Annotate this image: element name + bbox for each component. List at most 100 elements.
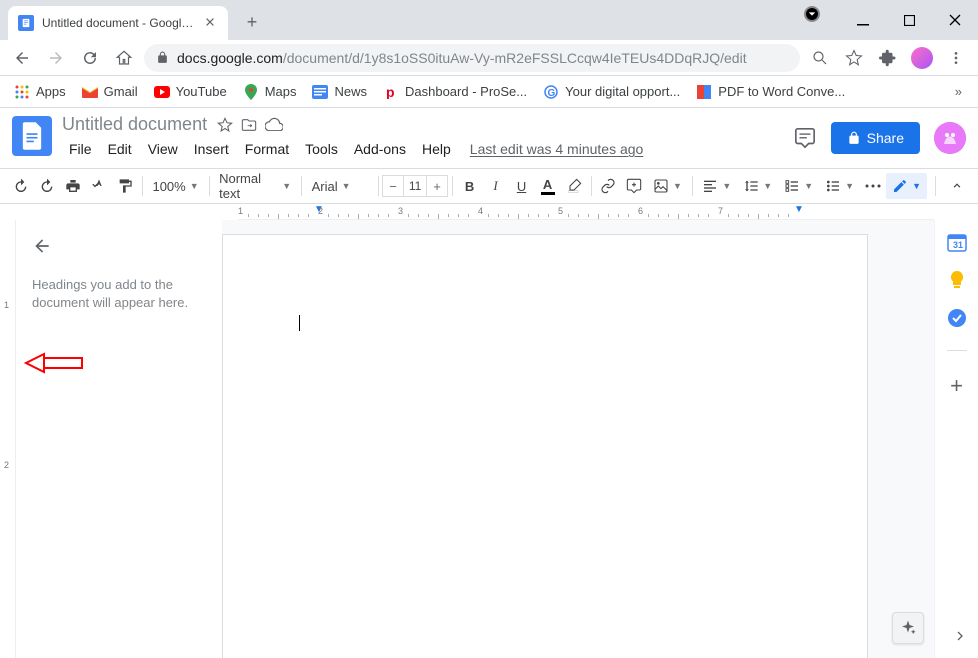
line-spacing-dropdown[interactable]: ▼ [737,173,778,199]
zoom-search-icon[interactable] [806,44,834,72]
url-field[interactable]: docs.google.com/document/d/1y8s1oSS0ituA… [144,44,800,72]
menu-bar: File Edit View Insert Format Tools Add-o… [62,139,783,159]
bookmark-pdf[interactable]: PDF to Word Conve... [690,80,851,104]
align-dropdown[interactable]: ▼ [696,173,737,199]
undo-button[interactable] [8,173,34,199]
font-size-value[interactable]: 11 [403,176,427,196]
gmail-icon [82,84,98,100]
font-family-dropdown[interactable]: Arial▼ [306,173,374,199]
canvas-scroll-area[interactable] [222,220,934,658]
browser-tab-active[interactable]: Untitled document - Google Docs [8,6,228,40]
account-avatar[interactable] [934,122,966,154]
youtube-icon [154,84,170,100]
bookmark-apps[interactable]: Apps [8,80,72,104]
bookmark-maps[interactable]: Maps [237,80,303,104]
last-edit-link[interactable]: Last edit was 4 minutes ago [470,141,644,157]
italic-button[interactable]: I [483,173,509,199]
redo-button[interactable] [34,173,60,199]
paragraph-style-dropdown[interactable]: Normal text▼ [213,173,297,199]
maps-pin-icon [243,84,259,100]
bookmark-gmail[interactable]: Gmail [76,80,144,104]
apps-grid-icon [14,84,30,100]
window-minimize-button[interactable] [840,0,886,40]
svg-text:G: G [548,88,556,99]
zoom-dropdown[interactable]: 100%▼ [146,173,204,199]
bookmark-label: Gmail [104,84,138,99]
side-panel-rail: 31 + [934,220,978,658]
tasks-app-icon[interactable] [947,308,967,328]
pdf-icon [696,84,712,100]
cloud-status-icon[interactable] [265,117,283,133]
menu-tools[interactable]: Tools [298,139,345,159]
window-maximize-button[interactable] [886,0,932,40]
vertical-ruler[interactable]: 12 [0,220,16,658]
bookmark-news[interactable]: News [306,80,373,104]
menu-file[interactable]: File [62,139,99,159]
menu-format[interactable]: Format [238,139,296,159]
paint-format-button[interactable] [112,173,138,199]
insert-image-dropdown[interactable]: ▼ [647,173,688,199]
url-text: docs.google.com/document/d/1y8s1oSS0ituA… [177,50,747,66]
menu-help[interactable]: Help [415,139,458,159]
bookmark-label: YouTube [176,84,227,99]
close-tab-icon[interactable] [204,16,218,30]
print-button[interactable] [60,173,86,199]
nav-home-button[interactable] [110,44,138,72]
insert-link-button[interactable] [595,173,621,199]
right-indent-icon[interactable]: ▼ [794,204,804,215]
nav-reload-button[interactable] [76,44,104,72]
hide-menus-button[interactable] [944,173,970,199]
style-value: Normal text [219,171,278,201]
checklist-dropdown[interactable]: ▼ [778,173,819,199]
bookmark-youtube[interactable]: YouTube [148,80,233,104]
extensions-icon[interactable] [874,44,902,72]
font-size-decrease[interactable]: − [383,179,403,194]
nav-forward-button[interactable] [42,44,70,72]
underline-button[interactable]: U [509,173,535,199]
docs-home-button[interactable] [12,116,52,156]
collapse-side-panel-button[interactable] [952,628,968,644]
share-button[interactable]: Share [831,122,920,154]
new-tab-button[interactable]: + [238,8,266,36]
spellcheck-button[interactable] [86,173,112,199]
outline-close-button[interactable] [32,236,206,256]
calendar-app-icon[interactable]: 31 [947,232,967,252]
nav-back-button[interactable] [8,44,36,72]
star-icon[interactable] [217,117,233,133]
browser-menu-icon[interactable] [942,44,970,72]
add-comment-button[interactable] [621,173,647,199]
profile-indicator-icon[interactable] [804,6,820,22]
bookmark-star-icon[interactable] [840,44,868,72]
bookmarks-bar: Apps Gmail YouTube Maps News pDashboard … [0,76,978,108]
document-title[interactable]: Untitled document [62,114,207,135]
window-close-button[interactable] [932,0,978,40]
highlight-color-button[interactable] [561,173,587,199]
document-page[interactable] [222,234,868,658]
browser-address-bar: docs.google.com/document/d/1y8s1oSS0ituA… [0,40,978,76]
menu-insert[interactable]: Insert [187,139,236,159]
menu-view[interactable]: View [141,139,185,159]
horizontal-ruler[interactable]: ▼ ▼ 1234567 [238,204,934,220]
outline-panel: Headings you add to the document will ap… [16,220,222,658]
editing-mode-dropdown[interactable]: ▼ [886,173,927,199]
bookmark-label: Your digital opport... [565,84,680,99]
text-color-button[interactable]: A [535,173,561,199]
open-comments-button[interactable] [793,126,817,150]
bookmarks-overflow-icon[interactable]: » [947,80,970,103]
profile-avatar-icon[interactable] [908,44,936,72]
window-controls [804,0,978,40]
docs-title-area: Untitled document File Edit View Insert … [62,114,783,159]
bold-button[interactable]: B [457,173,483,199]
menu-edit[interactable]: Edit [101,139,139,159]
zoom-value: 100% [152,179,185,194]
more-formatting-button[interactable] [860,173,886,199]
font-size-increase[interactable]: + [427,179,447,194]
bookmark-digital[interactable]: G Your digital opport... [537,80,686,104]
explore-button[interactable] [892,612,924,644]
keep-app-icon[interactable] [947,270,967,290]
bookmark-dashboard[interactable]: pDashboard - ProSe... [377,80,533,104]
move-folder-icon[interactable] [241,117,257,133]
bulleted-list-dropdown[interactable]: ▼ [819,173,860,199]
add-addon-button[interactable]: + [950,373,963,399]
menu-addons[interactable]: Add-ons [347,139,413,159]
